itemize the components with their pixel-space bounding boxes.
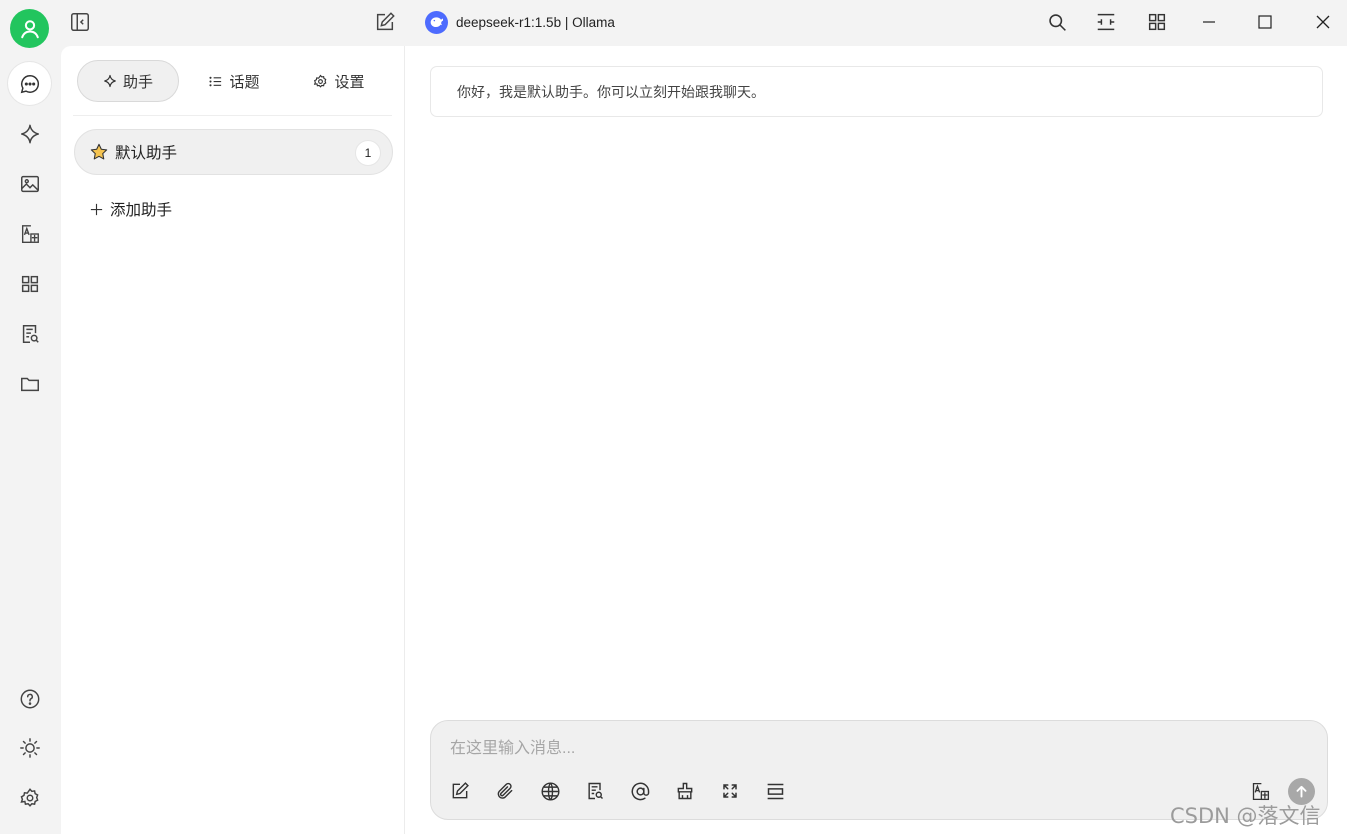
chat-area: 你好，我是默认助手。你可以立刻开始跟我聊天。 <box>405 46 1347 834</box>
rail-translate-button[interactable] <box>8 212 51 255</box>
watermark: CSDN @落文信 <box>1170 804 1321 828</box>
list-icon <box>209 76 222 86</box>
add-assistant-label: 添加助手 <box>110 202 173 219</box>
apps-grid-icon <box>1148 13 1166 31</box>
search-icon <box>1048 13 1066 31</box>
layout-toggle-button[interactable] <box>1091 8 1121 36</box>
expand-icon <box>723 784 737 798</box>
assistant-name: 默认助手 <box>115 145 178 162</box>
panel-divider <box>73 115 392 116</box>
close-button[interactable] <box>1308 8 1338 36</box>
web-search-button[interactable] <box>537 778 563 804</box>
greeting-message: 你好，我是默认助手。你可以立刻开始跟我聊天。 <box>430 66 1323 117</box>
narrow-mode-icon <box>1097 13 1115 31</box>
tab-settings[interactable]: 设置 <box>289 60 389 102</box>
topic-count-badge: 1 <box>355 140 381 166</box>
search-button[interactable] <box>1042 8 1072 36</box>
theme-sun-icon <box>19 737 40 758</box>
chat-icon <box>20 74 39 93</box>
settings-gear-icon <box>19 787 39 807</box>
rail-help-button[interactable] <box>8 677 51 720</box>
gear-icon <box>314 74 327 88</box>
mention-icon <box>631 782 649 800</box>
model-title-text: deepseek-r1:1.5b | Ollama <box>456 14 615 30</box>
rail-files-button[interactable] <box>8 362 51 405</box>
knowledge-search-icon <box>22 324 39 343</box>
tab-label: 助手 <box>122 73 153 91</box>
mini-apps-button[interactable] <box>1142 8 1172 36</box>
model-selector[interactable]: deepseek-r1:1.5b | Ollama <box>425 10 615 34</box>
attachment-button[interactable] <box>492 778 518 804</box>
image-icon <box>20 175 39 192</box>
send-icon <box>1296 785 1307 798</box>
tab-label: 设置 <box>334 73 365 91</box>
apps-icon <box>21 275 38 292</box>
rail-settings-button[interactable] <box>8 776 51 819</box>
toggle-sidebar-button[interactable] <box>65 8 95 36</box>
rail-image-button[interactable] <box>8 162 51 205</box>
tab-topics[interactable]: 话题 <box>183 60 285 102</box>
help-icon <box>20 689 39 708</box>
assistant-item[interactable]: 默认助手 1 <box>74 129 393 175</box>
edit-icon <box>376 12 395 31</box>
plus-icon <box>90 203 103 215</box>
minimize-icon <box>1203 21 1215 23</box>
new-context-button[interactable] <box>762 778 788 804</box>
rail-apps-button[interactable] <box>8 262 51 305</box>
expand-input-button[interactable] <box>717 778 743 804</box>
add-assistant-button[interactable]: 添加助手 <box>89 196 172 222</box>
navigation-rail <box>0 0 61 834</box>
rail-theme-button[interactable] <box>8 726 51 769</box>
greeting-text: 你好，我是默认助手。你可以立刻开始跟我聊天。 <box>457 83 765 100</box>
rail-chat-button[interactable] <box>8 62 51 105</box>
sparkle-icon <box>20 124 39 143</box>
rail-agents-button[interactable] <box>8 112 51 155</box>
web-search-icon <box>540 781 560 801</box>
deepseek-whale-icon <box>425 10 448 34</box>
new-topic-icon <box>452 782 469 799</box>
user-avatar[interactable] <box>10 9 49 48</box>
sidebar-collapse-icon <box>71 13 89 31</box>
mention-model-button[interactable] <box>627 778 653 804</box>
rail-knowledge-button[interactable] <box>8 312 51 355</box>
knowledge-base-icon <box>588 782 604 800</box>
user-icon <box>20 19 39 38</box>
maximize-icon <box>1258 15 1272 29</box>
clear-icon <box>677 782 693 800</box>
new-context-icon <box>767 783 783 799</box>
close-icon <box>1316 15 1330 29</box>
clear-messages-button[interactable] <box>672 778 698 804</box>
attachment-icon <box>497 782 513 799</box>
minimize-button[interactable] <box>1194 8 1224 36</box>
new-topic-button[interactable] <box>447 778 473 804</box>
maximize-button[interactable] <box>1250 8 1280 36</box>
title-bar: deepseek-r1:1.5b | Ollama <box>61 0 1347 46</box>
new-chat-button[interactable] <box>370 8 400 36</box>
translate-icon <box>1252 782 1269 800</box>
sparkle-icon <box>104 74 116 88</box>
assistants-panel: 助手 话题 设置 默认助手 1 添加助手 <box>61 46 405 834</box>
tab-assistants[interactable]: 助手 <box>77 60 179 102</box>
folder-icon <box>20 377 39 391</box>
knowledge-base-button[interactable] <box>582 778 608 804</box>
star-icon <box>90 143 108 160</box>
translate-icon <box>21 224 39 243</box>
panel-tabs: 助手 话题 设置 <box>77 60 389 102</box>
tab-label: 话题 <box>229 73 260 91</box>
message-input[interactable] <box>450 737 1310 761</box>
